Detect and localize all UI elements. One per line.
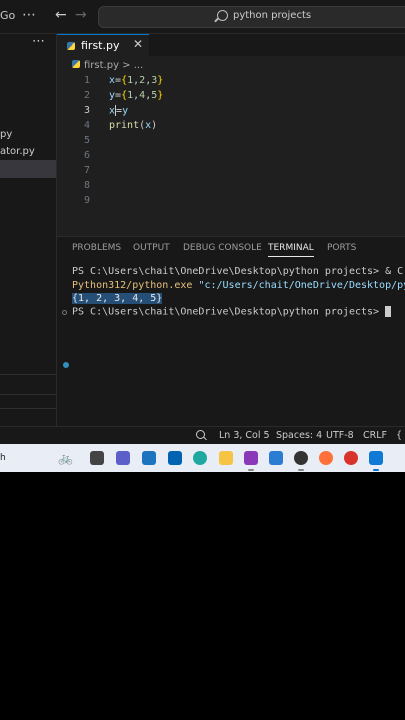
editor-tab-bar: first.py ✕	[57, 34, 405, 56]
status-language[interactable]: {	[396, 430, 402, 441]
active-app-indicator	[373, 469, 379, 471]
divider	[0, 374, 56, 375]
bottom-panel: PROBLEMS OUTPUT DEBUG CONSOLE TERMINAL P…	[57, 236, 405, 427]
dell-icon[interactable]	[142, 451, 156, 465]
screen: Go ⋯ ← → python projects ⋯ py ator.py fi…	[0, 0, 405, 472]
media-icon[interactable]	[244, 451, 258, 465]
terminal-prompt-text: PS C:\Users\chait\OneDrive\Desktop\pytho…	[72, 306, 386, 318]
more-icon[interactable]: ⋯	[22, 7, 37, 23]
tab-terminal[interactable]: TERMINAL	[268, 243, 314, 257]
tab-output[interactable]: OUTPUT	[133, 243, 170, 253]
bicycle-icon[interactable]: 🚲	[58, 451, 73, 465]
line-number: 9	[83, 195, 90, 206]
tab-label: first.py	[81, 39, 120, 52]
code-line: x=y	[109, 105, 129, 117]
terminal-command-line: PS C:\Users\chait\OneDrive\Desktop\pytho…	[72, 266, 405, 277]
code-line: y={1,4,5}	[109, 90, 164, 101]
terminal-command-continued: Python312/python.exe "c:/Users/chait/One…	[72, 280, 405, 291]
line-number: 6	[83, 150, 90, 161]
status-encoding[interactable]: UTF-8	[326, 430, 354, 441]
terminal-prompt: PS C:\Users\chait\OneDrive\Desktop\pytho…	[72, 306, 392, 318]
terminal-exe: Python312/python.exe	[72, 280, 193, 291]
status-cursor-position[interactable]: Ln 3, Col 5	[219, 430, 270, 441]
github-icon[interactable]	[294, 451, 308, 465]
edge-icon[interactable]	[193, 451, 207, 465]
status-bar: Ln 3, Col 5 Spaces: 4 UTF-8 CRLF {	[0, 426, 405, 445]
title-bar: Go ⋯ ← → python projects	[0, 0, 405, 34]
terminal-cursor	[385, 306, 392, 317]
line-number: 5	[83, 135, 90, 146]
vscode-icon[interactable]	[369, 451, 383, 465]
back-arrow-icon[interactable]: ←	[55, 7, 67, 23]
code-line: print(x)	[109, 120, 158, 131]
explorer-more-icon[interactable]: ⋯	[32, 34, 46, 49]
file-explorer-icon[interactable]	[219, 451, 233, 465]
taskbar: h 🚲	[0, 444, 405, 472]
tab-debug-console[interactable]: DEBUG CONSOLE	[183, 243, 262, 253]
command-decoration-icon[interactable]	[62, 310, 67, 315]
tab-problems[interactable]: PROBLEMS	[72, 243, 121, 253]
line-number: 3	[83, 105, 90, 116]
explorer-file[interactable]: py	[0, 129, 12, 140]
terminal-output-text: {1, 2, 3, 4, 5}	[72, 293, 163, 304]
notepad-icon[interactable]	[269, 451, 283, 465]
forward-arrow-icon[interactable]: →	[75, 7, 87, 23]
tab-first-py[interactable]: first.py ✕	[57, 34, 149, 56]
app-icon[interactable]	[90, 451, 104, 465]
taskbar-search-text[interactable]: h	[0, 453, 6, 463]
store-icon[interactable]	[168, 451, 182, 465]
status-eol[interactable]: CRLF	[363, 430, 387, 441]
breadcrumb-text: first.py > ...	[84, 60, 144, 71]
zoom-icon[interactable]	[196, 430, 205, 439]
menu-go[interactable]: Go	[0, 9, 15, 22]
divider	[0, 394, 56, 395]
active-app-indicator	[298, 469, 304, 471]
code-line: x={1,2,3}	[109, 75, 164, 86]
terminal-path: "c:/Users/chait/OneDrive/Desktop/pytho	[192, 280, 405, 291]
python-file-icon	[72, 60, 80, 68]
line-number: 7	[83, 165, 90, 176]
divider	[0, 408, 56, 409]
terminal-output: {1, 2, 3, 4, 5}	[72, 293, 163, 304]
status-indentation[interactable]: Spaces: 4	[276, 430, 322, 441]
line-number: 2	[83, 90, 90, 101]
explorer-selected-item[interactable]	[0, 160, 56, 178]
python-file-icon	[67, 42, 75, 50]
breadcrumb[interactable]: first.py > ...	[72, 60, 143, 71]
line-number: 4	[83, 120, 90, 131]
tab-ports[interactable]: PORTS	[327, 243, 356, 253]
office-icon[interactable]	[344, 451, 358, 465]
firefox-icon[interactable]	[319, 451, 333, 465]
terminal-status-dot-icon	[63, 362, 69, 368]
explorer-file[interactable]: ator.py	[0, 146, 35, 157]
explorer-sidebar: ⋯ py ator.py	[0, 34, 57, 426]
active-app-indicator	[248, 469, 254, 471]
command-center-search[interactable]: python projects	[98, 6, 405, 28]
teams-icon[interactable]	[116, 451, 130, 465]
line-number: 1	[83, 75, 90, 86]
search-icon	[217, 10, 228, 21]
close-icon[interactable]: ✕	[133, 37, 143, 51]
search-text: python projects	[233, 10, 312, 21]
line-number: 8	[83, 180, 90, 191]
